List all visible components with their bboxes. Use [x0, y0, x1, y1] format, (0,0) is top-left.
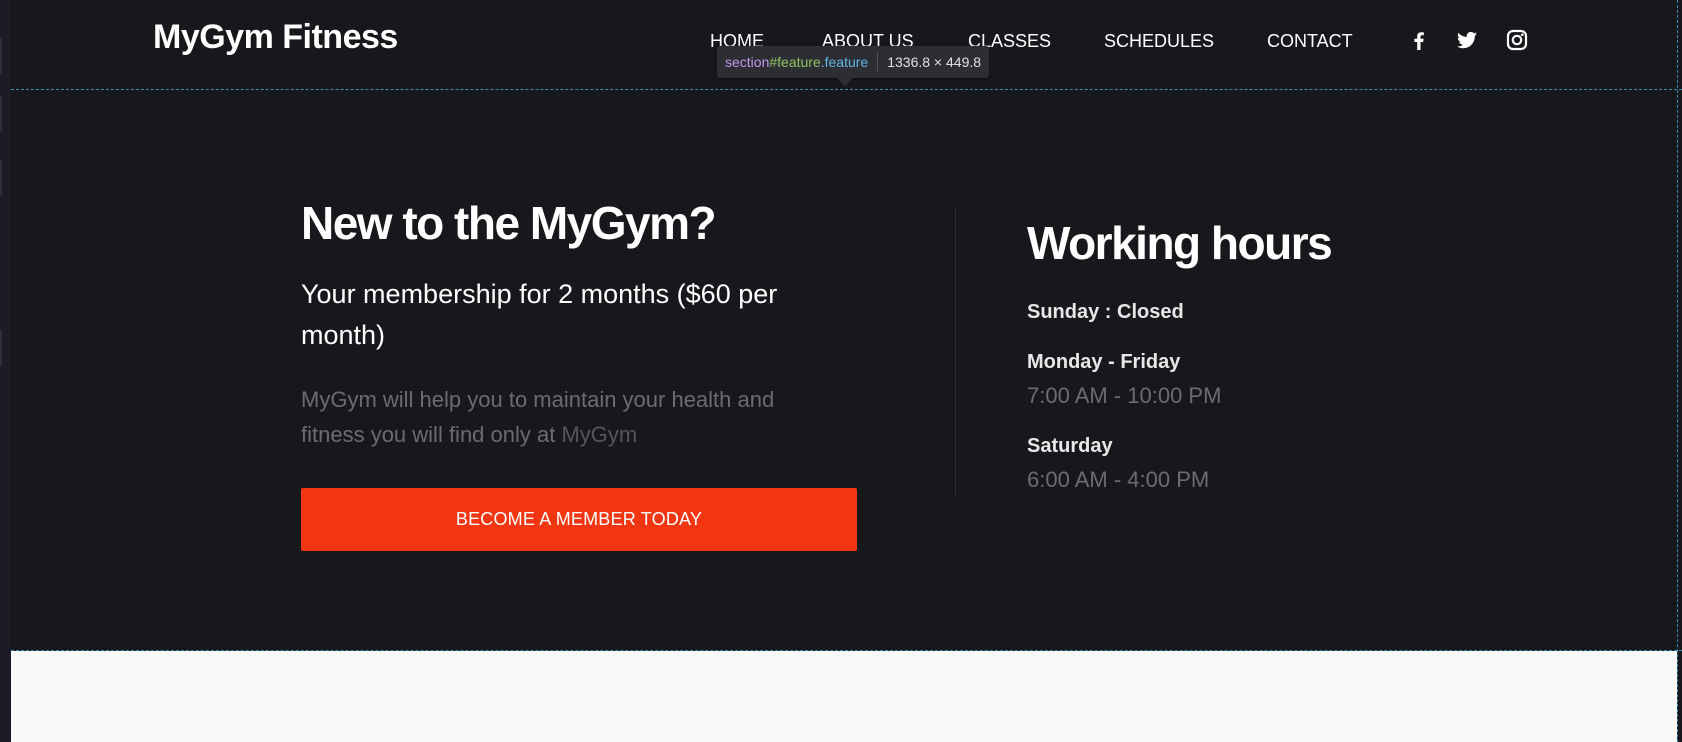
column-divider: [955, 208, 956, 496]
working-hours-heading: Working hours: [1027, 217, 1333, 269]
instagram-icon[interactable]: [1505, 28, 1529, 52]
tooltip-separator: [877, 53, 879, 71]
nav-schedules[interactable]: SCHEDULES: [1104, 31, 1214, 52]
twitter-icon[interactable]: [1455, 28, 1479, 52]
highlight-border-right: [1677, 0, 1678, 742]
highlight-border-top: [11, 89, 1682, 90]
description-highlight: MyGym: [561, 422, 638, 447]
saturday-hours: 6:00 AM - 4:00 PM: [1027, 467, 1210, 492]
devtools-element-tooltip: section #feature .feature 1336.8 × 449.8: [717, 46, 990, 78]
membership-subheading: Your membership for 2 months ($60 per mo…: [301, 279, 778, 350]
tooltip-arrow: [837, 78, 853, 86]
description-text: MyGym will help you to maintain your hea…: [301, 387, 775, 447]
strip-tick: [0, 96, 2, 132]
tooltip-id: #feature: [769, 54, 821, 70]
feature-heading: New to the MyGym?: [301, 197, 717, 249]
strip-tick: [0, 330, 2, 366]
weekday-hours: 7:00 AM - 10:00 PM: [1027, 383, 1222, 408]
weekday-label: Monday - Friday: [1027, 351, 1181, 373]
brand-logo[interactable]: MyGym Fitness: [153, 18, 398, 57]
tooltip-class: .feature: [820, 54, 869, 70]
strip-tick: [0, 160, 2, 196]
become-member-button[interactable]: BECOME A MEMBER TODAY: [301, 488, 857, 551]
strip-tick: [0, 38, 2, 74]
nav-contact[interactable]: CONTACT: [1267, 31, 1353, 52]
feature-section: [11, 90, 1682, 650]
next-section: [11, 651, 1677, 742]
facebook-icon[interactable]: [1407, 28, 1431, 52]
feature-description: MyGym will help you to maintain your hea…: [301, 382, 841, 452]
tooltip-dimensions: 1336.8 × 449.8: [887, 54, 982, 70]
sunday-label: Sunday : Closed: [1027, 301, 1184, 323]
devtools-left-strip: [0, 0, 11, 742]
tooltip-tag: section: [725, 54, 770, 70]
saturday-label: Saturday: [1027, 435, 1113, 457]
